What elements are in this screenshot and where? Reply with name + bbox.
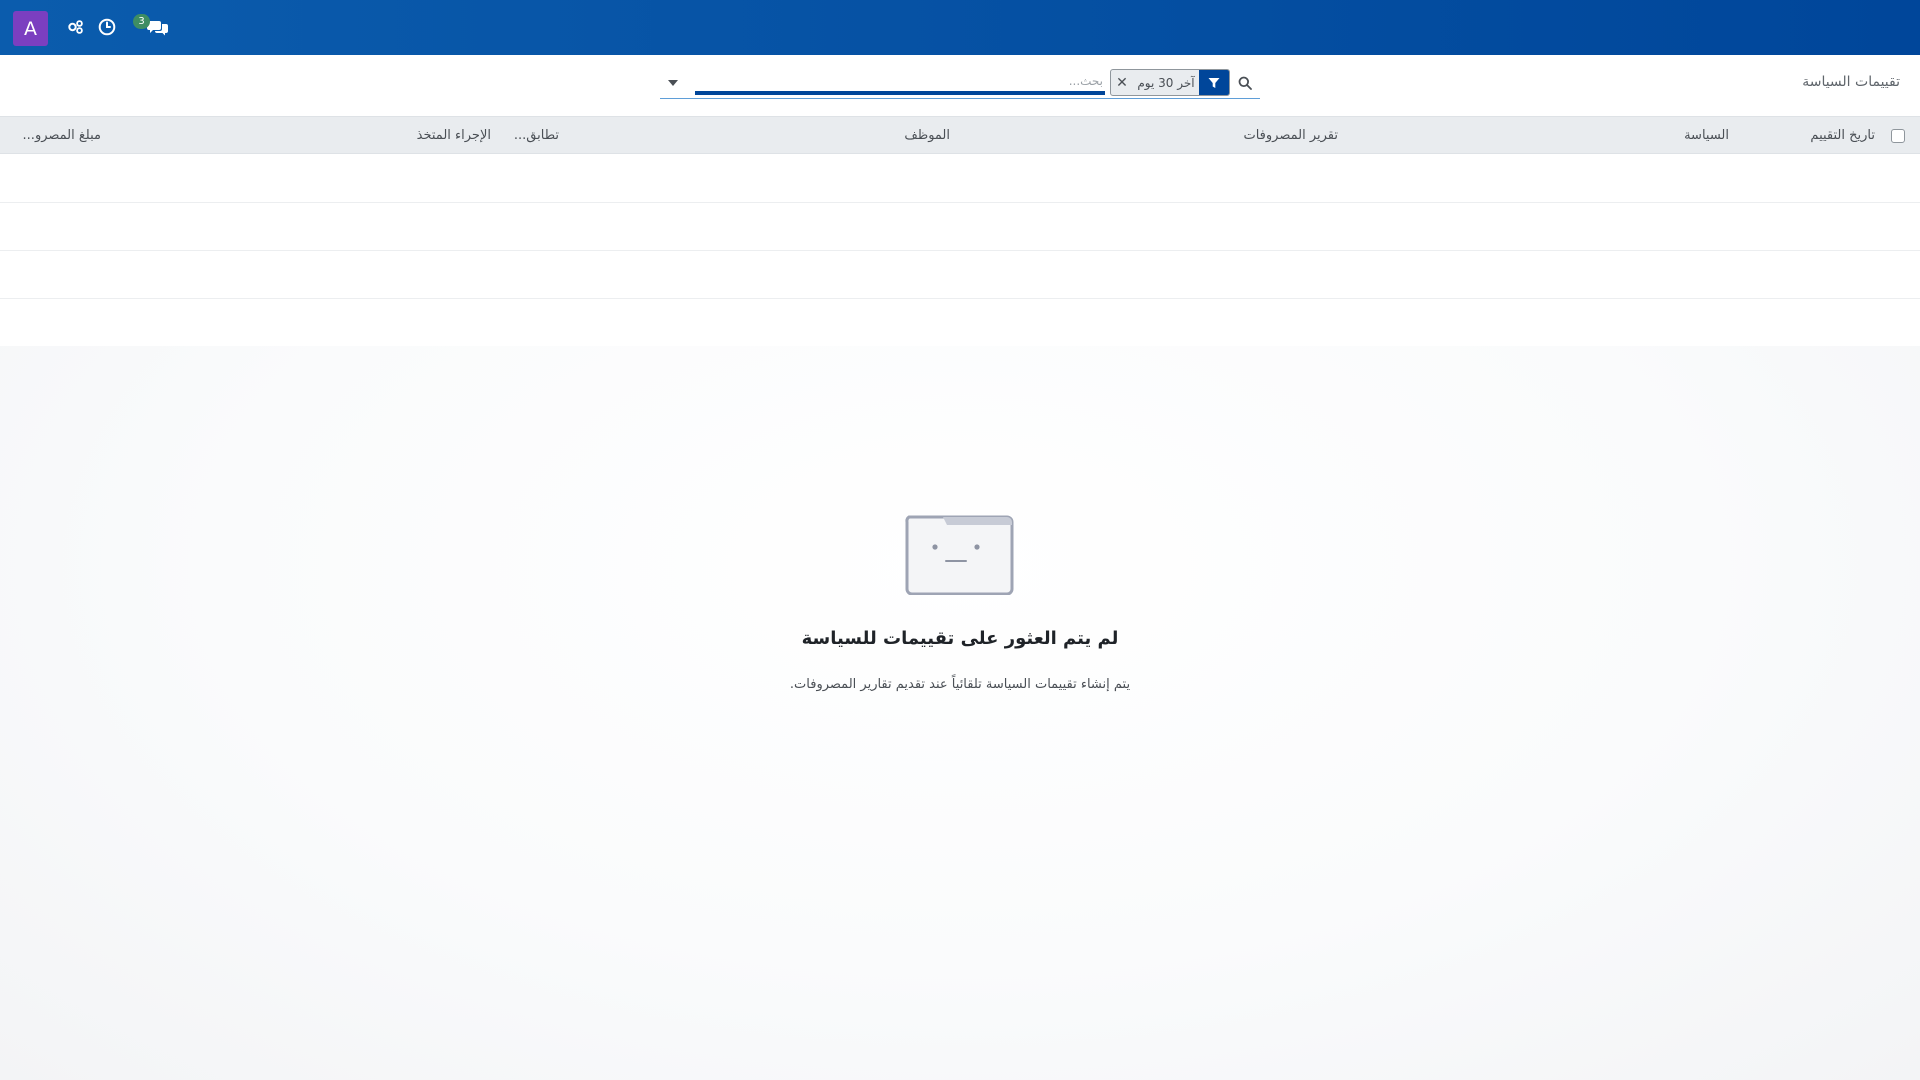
column-header-action[interactable]: الإجراء المتخذ [417,128,491,143]
top-navbar: A 3 [0,0,1920,55]
column-header-date[interactable]: تاريخ التقييم [1810,128,1875,143]
list-header: تاريخ التقييم السياسة تقرير المصروفات ال… [0,117,1920,154]
search-bar: آخر 30 يوم ✕ [660,67,1260,99]
table-row [0,299,1920,347]
facet-label: آخر 30 يوم [1137,75,1195,90]
clock-icon[interactable] [96,16,118,38]
control-panel: تقييمات السياسة آخر 30 يوم ✕ [0,55,1920,117]
select-all-checkbox[interactable] [1891,129,1905,143]
column-header-policy[interactable]: السياسة [1684,128,1729,143]
search-input[interactable] [695,71,1105,95]
column-header-amount[interactable]: مبلغ المصرو... [23,128,101,143]
table-row [0,203,1920,251]
table-row [0,155,1920,203]
search-facet[interactable]: آخر 30 يوم ✕ [1110,69,1230,96]
user-avatar[interactable]: A [13,11,48,46]
users-gear-icon[interactable] [65,16,87,38]
facet-remove-icon[interactable]: ✕ [1111,70,1133,95]
column-header-report[interactable]: تقرير المصروفات [1243,128,1338,143]
breadcrumb[interactable]: تقييمات السياسة [1802,74,1900,90]
column-header-employee[interactable]: الموظف [904,128,950,143]
filter-icon [1199,70,1229,95]
empty-area [0,346,1920,1080]
caret-down-icon [668,80,678,86]
column-header-match[interactable]: تطابق... [514,128,559,143]
search-dropdown-toggle[interactable] [665,75,681,91]
table-row [0,251,1920,299]
messages-badge: 3 [133,14,150,29]
search-icon[interactable] [1236,74,1254,92]
